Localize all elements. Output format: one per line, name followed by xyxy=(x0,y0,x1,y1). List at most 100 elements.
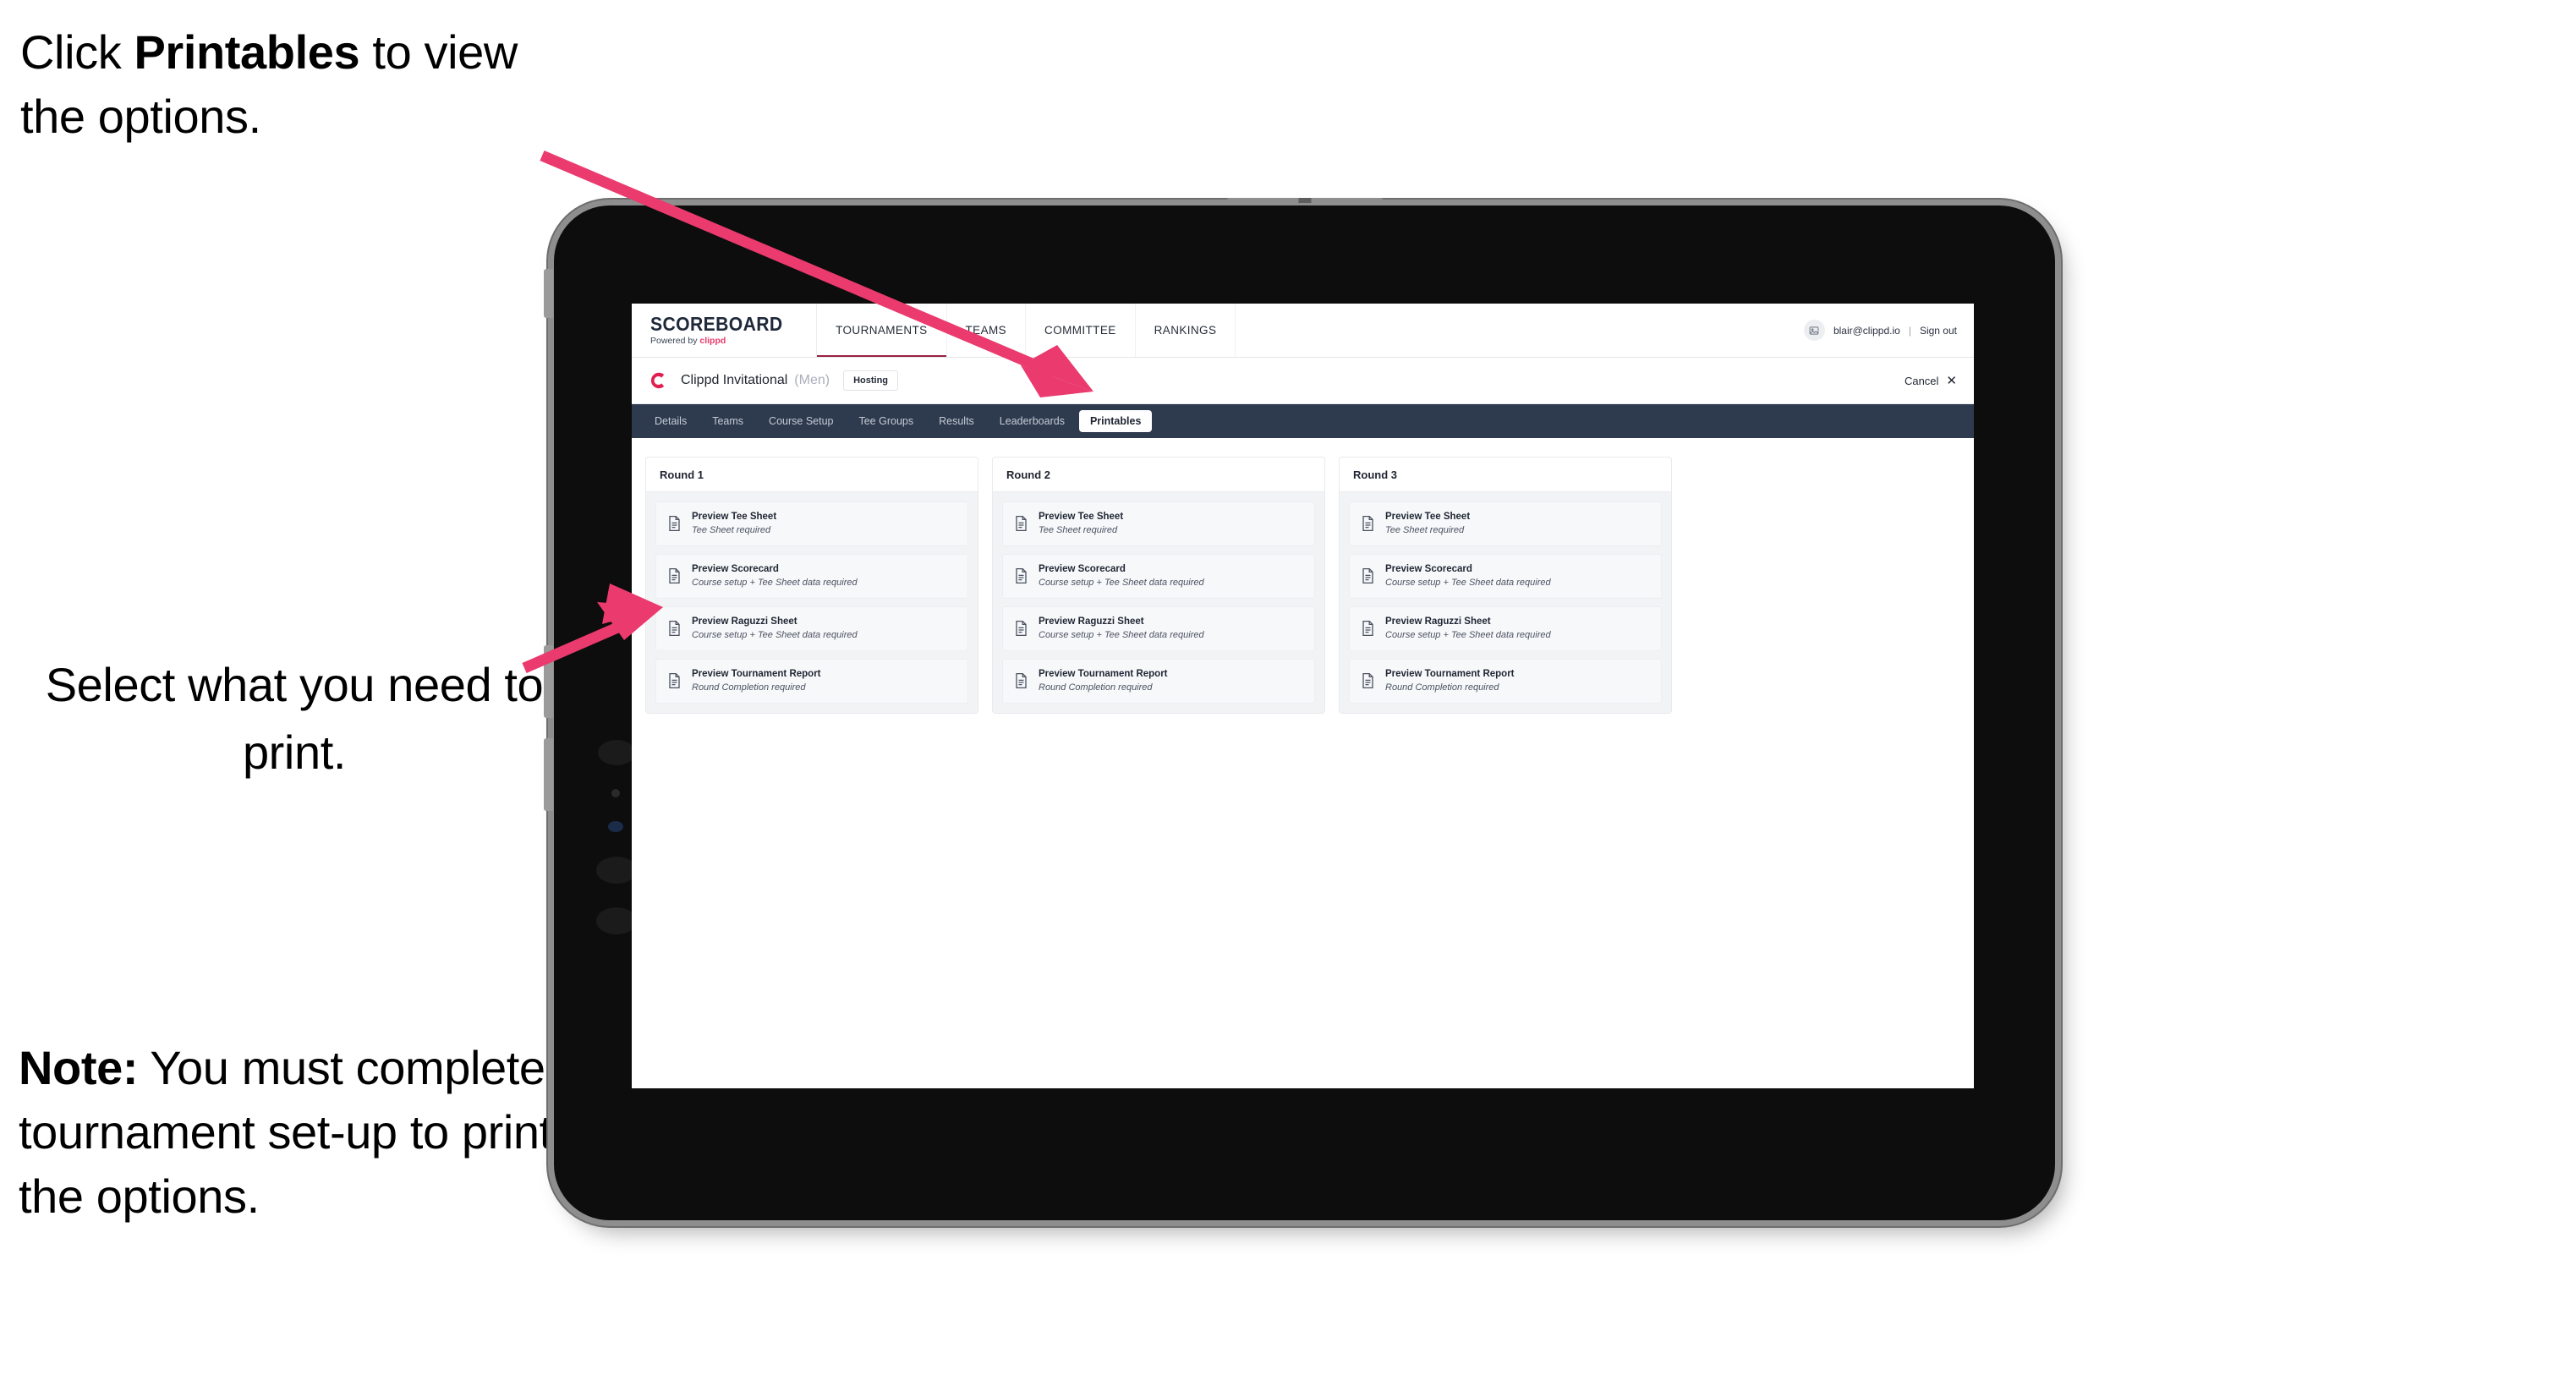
cancel-button[interactable]: Cancel ✕ xyxy=(1905,375,1957,387)
round-title: Round 3 xyxy=(1340,457,1671,492)
printable-subtitle: Tee Sheet required xyxy=(1039,524,1118,535)
user-email-label: blair@clippd.io xyxy=(1833,324,1900,337)
logo-powered-by: Powered by clippd xyxy=(650,337,794,346)
printable-subtitle: Tee Sheet required xyxy=(692,524,771,535)
app-top-bar: SCOREBOARD Powered by clippd TOURNAMENTS… xyxy=(632,304,1974,358)
printable-row-text: Preview Tee Sheet Tee Sheet required xyxy=(692,512,776,536)
printable-title: Preview Raguzzi Sheet xyxy=(1039,616,1144,627)
tablet-speaker-dot xyxy=(598,740,635,765)
callout-1-bold: Printables xyxy=(134,25,360,79)
printable-row-tournament-report[interactable]: Preview Tournament Report Round Completi… xyxy=(1002,658,1315,704)
document-icon xyxy=(1361,672,1375,689)
document-icon xyxy=(1014,567,1028,584)
printable-title: Preview Tournament Report xyxy=(692,668,821,679)
printable-title: Preview Raguzzi Sheet xyxy=(692,616,797,627)
printables-content: Round 1 Preview Tee Sheet Tee Sheet requ… xyxy=(632,438,1974,1088)
nav-item-committee[interactable]: COMMITTEE xyxy=(1026,304,1136,357)
tab-details[interactable]: Details xyxy=(644,410,698,432)
printable-row-tee-sheet[interactable]: Preview Tee Sheet Tee Sheet required xyxy=(655,501,968,546)
clippd-brand-text: clippd xyxy=(699,336,726,347)
printable-row-text: Preview Tee Sheet Tee Sheet required xyxy=(1039,512,1123,536)
printable-subtitle: Round Completion required xyxy=(1385,682,1499,693)
close-x-icon: ✕ xyxy=(1946,373,1957,388)
nav-item-rankings[interactable]: RANKINGS xyxy=(1136,304,1236,357)
tablet-device: SCOREBOARD Powered by clippd TOURNAMENTS… xyxy=(544,198,2055,1220)
printable-row-raguzzi-sheet[interactable]: Preview Raguzzi Sheet Course setup + Tee… xyxy=(1349,605,1662,651)
sign-out-link[interactable]: Sign out xyxy=(1920,325,1957,337)
tournament-subtab-bar: Details Teams Course Setup Tee Groups Re… xyxy=(632,404,1974,438)
tablet-power-button[interactable] xyxy=(544,269,553,318)
tab-printables[interactable]: Printables xyxy=(1078,410,1153,432)
document-icon xyxy=(1361,567,1375,584)
user-avatar-icon[interactable] xyxy=(1803,320,1825,341)
printable-row-text: Preview Tournament Report Round Completi… xyxy=(692,669,821,693)
printable-subtitle: Course setup + Tee Sheet data required xyxy=(692,629,858,640)
round-title: Round 1 xyxy=(646,457,978,492)
printable-row-tee-sheet[interactable]: Preview Tee Sheet Tee Sheet required xyxy=(1002,501,1315,546)
printable-row-raguzzi-sheet[interactable]: Preview Raguzzi Sheet Course setup + Tee… xyxy=(655,605,968,651)
callout-3-bold: Note: xyxy=(19,1041,139,1094)
printable-row-tournament-report[interactable]: Preview Tournament Report Round Completi… xyxy=(655,658,968,704)
printable-title: Preview Scorecard xyxy=(692,563,779,574)
tab-teams[interactable]: Teams xyxy=(701,410,754,432)
printable-row-text: Preview Scorecard Course setup + Tee She… xyxy=(692,564,858,589)
printable-row-text: Preview Raguzzi Sheet Course setup + Tee… xyxy=(1039,616,1204,641)
printable-row-text: Preview Raguzzi Sheet Course setup + Tee… xyxy=(1385,616,1551,641)
document-icon xyxy=(667,567,682,584)
round-card: Round 1 Preview Tee Sheet Tee Sheet requ… xyxy=(645,457,978,714)
tablet-camera-dot xyxy=(611,789,620,797)
user-account-area: blair@clippd.io | Sign out xyxy=(1803,304,1974,357)
document-icon xyxy=(667,515,682,532)
printable-subtitle: Round Completion required xyxy=(1039,682,1153,693)
printable-row-text: Preview Scorecard Course setup + Tee She… xyxy=(1385,564,1551,589)
printable-row-scorecard[interactable]: Preview Scorecard Course setup + Tee She… xyxy=(655,553,968,599)
document-icon xyxy=(1361,515,1375,532)
printable-row-text: Preview Tee Sheet Tee Sheet required xyxy=(1385,512,1470,536)
printable-subtitle: Course setup + Tee Sheet data required xyxy=(692,577,858,588)
tablet-speaker-dot-2 xyxy=(596,857,637,884)
callout-click-printables: Click Printables to view the options. xyxy=(20,20,578,149)
document-icon xyxy=(667,620,682,637)
printable-title: Preview Scorecard xyxy=(1039,563,1126,574)
printable-title: Preview Raguzzi Sheet xyxy=(1385,616,1491,627)
tablet-screen: SCOREBOARD Powered by clippd TOURNAMENTS… xyxy=(632,304,1974,1088)
tablet-speaker-dot-3 xyxy=(596,907,637,934)
hosting-status-chip[interactable]: Hosting xyxy=(843,370,899,391)
printable-row-text: Preview Raguzzi Sheet Course setup + Tee… xyxy=(692,616,858,641)
tablet-speaker-grille xyxy=(1226,198,1383,203)
nav-item-teams[interactable]: TEAMS xyxy=(947,304,1027,357)
printable-row-scorecard[interactable]: Preview Scorecard Course setup + Tee She… xyxy=(1349,553,1662,599)
tablet-sensor-dot xyxy=(608,821,623,832)
tournament-header-bar: Clippd Invitational (Men) Hosting Cancel… xyxy=(632,358,1974,404)
printable-row-raguzzi-sheet[interactable]: Preview Raguzzi Sheet Course setup + Tee… xyxy=(1002,605,1315,651)
callout-1-prefix: Click xyxy=(20,25,134,79)
printable-row-scorecard[interactable]: Preview Scorecard Course setup + Tee She… xyxy=(1002,553,1315,599)
scoreboard-logo[interactable]: SCOREBOARD Powered by clippd xyxy=(632,304,818,357)
main-navigation: TOURNAMENTS TEAMS COMMITTEE RANKINGS xyxy=(817,304,1236,357)
round-card: Round 2 Preview Tee Sheet Tee Sheet requ… xyxy=(992,457,1325,714)
printable-subtitle: Round Completion required xyxy=(692,682,806,693)
printable-title: Preview Tee Sheet xyxy=(1039,512,1124,522)
printable-title: Preview Tee Sheet xyxy=(692,512,777,522)
round-items: Preview Tee Sheet Tee Sheet required Pre… xyxy=(1340,492,1671,713)
callout-select-what-to-print: Select what you need to print. xyxy=(45,658,544,779)
document-icon xyxy=(1014,620,1028,637)
tab-tee-groups[interactable]: Tee Groups xyxy=(847,410,924,432)
tab-results[interactable]: Results xyxy=(928,410,985,432)
printable-subtitle: Course setup + Tee Sheet data required xyxy=(1385,629,1551,640)
printable-title: Preview Tournament Report xyxy=(1039,668,1168,679)
document-icon xyxy=(1014,515,1028,532)
printable-subtitle: Course setup + Tee Sheet data required xyxy=(1039,629,1204,640)
tablet-volume-down-button[interactable] xyxy=(544,738,553,811)
printable-row-text: Preview Tournament Report Round Completi… xyxy=(1385,669,1515,693)
round-items: Preview Tee Sheet Tee Sheet required Pre… xyxy=(993,492,1324,713)
printable-subtitle: Course setup + Tee Sheet data required xyxy=(1385,577,1551,588)
tab-course-setup[interactable]: Course Setup xyxy=(758,410,844,432)
printable-row-tournament-report[interactable]: Preview Tournament Report Round Completi… xyxy=(1349,658,1662,704)
tablet-volume-up-button[interactable] xyxy=(544,645,553,718)
tab-leaderboards[interactable]: Leaderboards xyxy=(989,410,1076,432)
nav-item-tournaments[interactable]: TOURNAMENTS xyxy=(817,304,947,357)
round-card: Round 3 Preview Tee Sheet Tee Sheet requ… xyxy=(1339,457,1672,714)
printable-row-tee-sheet[interactable]: Preview Tee Sheet Tee Sheet required xyxy=(1349,501,1662,546)
printable-subtitle: Tee Sheet required xyxy=(1385,524,1465,535)
